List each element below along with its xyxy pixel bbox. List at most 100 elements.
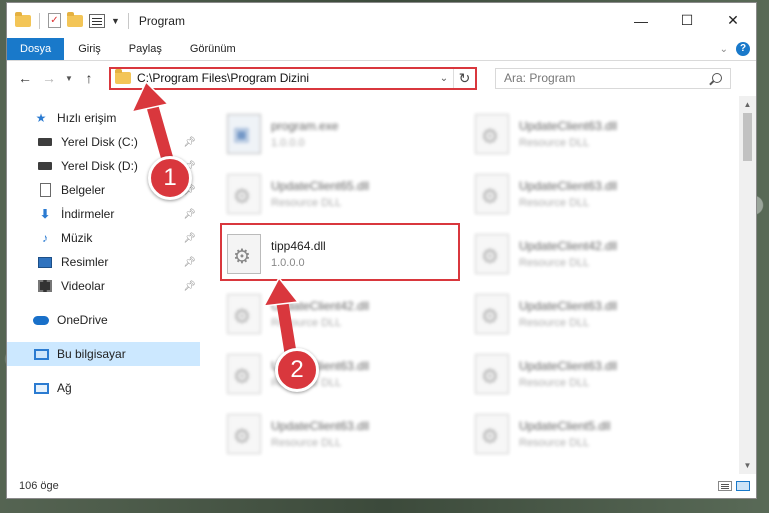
quick-access-star-icon: ★ (35, 111, 47, 125)
sidebar-item-quick-access[interactable]: ★ Hızlı erişim (7, 106, 200, 130)
file-detail: Resource DLL (519, 437, 590, 449)
file-detail: Resource DLL (519, 377, 590, 389)
step-2-badge: 2 (275, 348, 319, 392)
tab-view[interactable]: Görünüm (176, 38, 250, 60)
sidebar-item-network[interactable]: Ağ (7, 376, 200, 400)
sidebar-item-label: Belgeler (61, 183, 106, 197)
pictures-icon (37, 255, 53, 269)
sidebar-item-onedrive[interactable]: OneDrive (7, 308, 200, 332)
file-name: UpdateClient63.dll (271, 419, 370, 433)
sidebar-item-label: Ağ (57, 381, 72, 395)
sidebar-item-label: Yerel Disk (D:) (61, 159, 138, 173)
maximize-button[interactable]: ☐ (664, 4, 710, 38)
file-tile[interactable]: UpdateClient42.dll Resource DLL (225, 286, 465, 342)
file-tile[interactable]: UpdateClient65.dll Resource DLL (225, 166, 465, 222)
pin-icon: 📌︎ (183, 136, 196, 148)
details-view-icon[interactable] (718, 481, 732, 491)
file-tile[interactable]: UpdateClient63.dllResource DLL (473, 286, 713, 342)
forward-button[interactable]: → (39, 68, 59, 88)
file-name: UpdateClient63.dll (519, 119, 618, 133)
file-tile[interactable]: program.exe 1.0.0.0 (225, 106, 465, 162)
close-button[interactable]: ✕ (710, 4, 756, 38)
sidebar-item-pictures[interactable]: Resimler 📌︎ (7, 250, 200, 274)
search-icon (712, 73, 722, 83)
window-controls: — ☐ ✕ (618, 4, 756, 38)
minimize-button[interactable]: — (618, 4, 664, 38)
explorer-body: ★ Hızlı erişim Yerel Disk (C:) 📌︎ Yerel … (7, 96, 756, 474)
ribbon-tabs: Dosya Giriş Paylaş Görünüm ⌄ ? (7, 38, 756, 61)
view-switcher (718, 481, 756, 491)
new-folder-icon[interactable] (67, 11, 83, 27)
tab-share[interactable]: Paylaş (115, 38, 176, 60)
tab-home[interactable]: Giriş (64, 38, 115, 60)
status-bar: 106 öge (7, 474, 756, 498)
file-detail: Resource DLL (271, 197, 342, 209)
file-detail: Resource DLL (519, 137, 590, 149)
dll-file-icon (475, 174, 509, 214)
file-tile[interactable]: UpdateClient63.dll Resource DLL (473, 106, 713, 162)
sidebar-item-videos[interactable]: Videolar 📌︎ (7, 274, 200, 298)
sidebar-item-label: Videolar (61, 279, 105, 293)
address-dropdown-icon[interactable]: ⌄ (435, 73, 453, 84)
vertical-scrollbar[interactable]: ▲ ▼ (739, 96, 756, 474)
file-name: UpdateClient42.dll (519, 239, 618, 253)
scroll-down-arrow-icon[interactable]: ▼ (739, 457, 756, 474)
file-explorer-window: ✓ ▼ Program — ☐ ✕ Dosya Giriş Paylaş Gör… (6, 2, 757, 499)
file-name: UpdateClient63.dll (519, 359, 618, 373)
pin-icon: 📌︎ (183, 256, 196, 268)
sidebar-item-this-pc[interactable]: Bu bilgisayar (7, 342, 200, 366)
network-icon (33, 381, 49, 395)
sidebar-item-label: OneDrive (57, 313, 108, 327)
recent-locations-dropdown-icon[interactable]: ▼ (63, 68, 75, 88)
properties-check-icon[interactable]: ✓ (48, 13, 61, 28)
sidebar-item-label: Bu bilgisayar (57, 347, 126, 361)
ribbon-right: ⌄ ? (720, 38, 756, 60)
sidebar-item-downloads[interactable]: ⬇ İndirmeler 📌︎ (7, 202, 200, 226)
scroll-thumb[interactable] (743, 113, 752, 161)
window-title: Program (138, 13, 185, 28)
search-placeholder: Ara: Program (504, 71, 576, 85)
file-tile[interactable]: UpdateClient63.dllResource DLL (225, 346, 465, 402)
expand-ribbon-chevron-icon[interactable]: ⌄ (720, 44, 728, 55)
file-name: UpdateClient65.dll (271, 179, 370, 193)
address-folder-icon (115, 69, 131, 84)
file-detail: Resource DLL (519, 257, 590, 269)
back-button[interactable]: ← (15, 68, 35, 88)
refresh-icon[interactable]: ↻ (453, 68, 475, 88)
file-tile[interactable]: UpdateClient63.dllResource DLL (225, 406, 465, 462)
large-icons-view-icon[interactable] (736, 481, 750, 491)
folder-icon (15, 11, 31, 27)
item-count: 106 öge (19, 480, 59, 492)
scroll-up-arrow-icon[interactable]: ▲ (739, 96, 756, 113)
dll-file-icon (227, 354, 261, 394)
dll-file-icon (475, 294, 509, 334)
tab-file[interactable]: Dosya (7, 38, 65, 60)
help-icon[interactable]: ? (736, 42, 750, 56)
file-tile[interactable]: UpdateClient63.dll Resource DLL (473, 346, 713, 402)
file-detail: Resource DLL (519, 317, 590, 329)
dll-file-icon (475, 234, 509, 274)
exe-file-icon (227, 114, 261, 154)
pin-icon: 📌︎ (183, 280, 196, 292)
sidebar-item-music[interactable]: ♪ Müzik 📌︎ (7, 226, 200, 250)
properties-icon[interactable] (89, 13, 105, 28)
file-name: UpdateClient63.dll (519, 179, 618, 193)
disk-icon (37, 159, 53, 173)
search-box[interactable]: Ara: Program (495, 67, 731, 89)
documents-icon (37, 183, 53, 197)
file-tile[interactable]: UpdateClient42.dll Resource DLL (473, 226, 713, 282)
title-divider (127, 12, 129, 29)
music-icon: ♪ (42, 231, 48, 245)
this-pc-icon (33, 347, 49, 361)
address-row: ← → ▼ ↑ C:\Program Files\Program Dizini … (7, 61, 756, 95)
file-tile[interactable]: UpdateClient63.dllResource DLL (473, 166, 713, 222)
up-button[interactable]: ↑ (79, 68, 99, 88)
address-path[interactable]: C:\Program Files\Program Dizini (137, 71, 435, 85)
file-tile[interactable]: UpdateClient5.dll Resource DLL (473, 406, 713, 462)
address-bar[interactable]: C:\Program Files\Program Dizini ⌄ ↻ (109, 66, 477, 90)
sidebar-item-disk-c[interactable]: Yerel Disk (C:) 📌︎ (7, 130, 200, 154)
disk-icon (37, 135, 53, 149)
customize-toolbar-dropdown-icon[interactable]: ▼ (111, 16, 120, 26)
file-list-pane: program.exe 1.0.0.0 UpdateClient63.dll Res… (200, 96, 756, 474)
toolbar-divider (39, 12, 40, 29)
